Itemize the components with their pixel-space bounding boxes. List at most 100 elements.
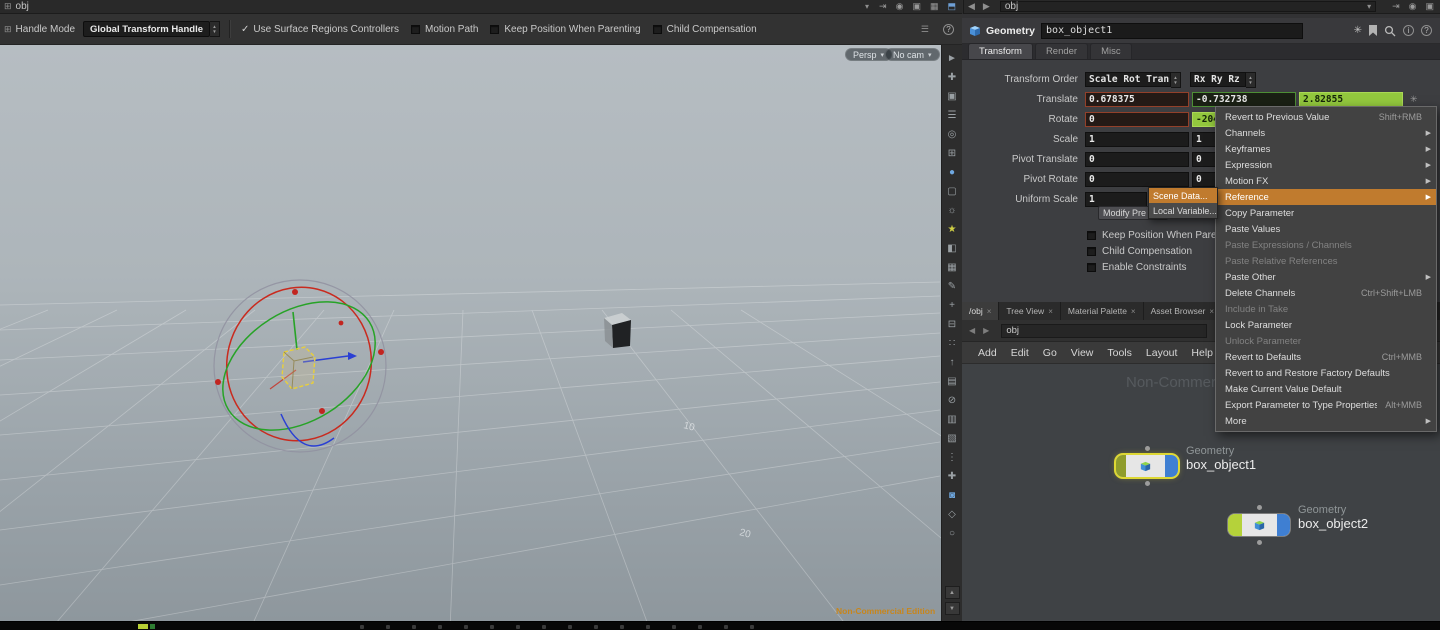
pivot-rotate-x-field[interactable]: 0 bbox=[1085, 172, 1189, 187]
pane-tab[interactable]: Tree View × bbox=[999, 302, 1061, 320]
view-options-icon[interactable]: ◙ bbox=[942, 486, 962, 505]
close-icon[interactable]: × bbox=[1048, 307, 1053, 316]
child-compensation-param-checkbox[interactable] bbox=[1087, 246, 1096, 256]
rotate-x-field[interactable]: 0 bbox=[1085, 112, 1189, 127]
check-icon[interactable]: ✓ bbox=[241, 24, 249, 35]
context-menu-item[interactable]: Motion FX ▶ bbox=[1216, 173, 1436, 189]
node-display-flag[interactable] bbox=[1165, 455, 1178, 477]
node-name-label[interactable]: box_object1 bbox=[1186, 457, 1256, 472]
list-icon[interactable]: ☰ bbox=[942, 106, 962, 125]
cells-icon[interactable]: ▦ bbox=[930, 1, 939, 12]
pin-icon[interactable]: ⇥ bbox=[1392, 1, 1400, 12]
light-icon[interactable]: ☼ bbox=[942, 201, 962, 220]
context-menu-item[interactable]: Paste Relative References ▶ bbox=[1216, 253, 1436, 269]
node-flag-left[interactable] bbox=[1228, 514, 1242, 536]
child-compensation-label[interactable]: Child Compensation bbox=[667, 24, 757, 35]
axis-icon[interactable]: + bbox=[942, 296, 962, 315]
points-icon[interactable]: ∷ bbox=[942, 334, 962, 353]
handle-type-spinner[interactable]: ▲ ▼ bbox=[210, 21, 220, 37]
param-tab[interactable]: Misc bbox=[1090, 43, 1132, 59]
chevron-down-icon[interactable]: ▾ bbox=[865, 2, 869, 11]
forward-icon[interactable]: ▶ bbox=[983, 326, 989, 335]
bookmark-icon[interactable] bbox=[1369, 25, 1377, 36]
keep-position-label[interactable]: Keep Position When Parenting bbox=[504, 24, 640, 35]
globe-icon[interactable]: ◎ bbox=[942, 125, 962, 144]
network-menu-item[interactable]: Layout bbox=[1146, 347, 1178, 359]
search-icon[interactable] bbox=[1384, 25, 1396, 37]
context-menu-item[interactable]: Revert to Defaults Ctrl+MMB ▶ bbox=[1216, 349, 1436, 365]
network-path-field[interactable]: obj bbox=[1001, 323, 1208, 338]
submenu-item[interactable]: Scene Data... bbox=[1149, 188, 1217, 203]
context-menu-item[interactable]: Paste Values ▶ bbox=[1216, 221, 1436, 237]
keep-position-checkbox[interactable] bbox=[490, 24, 500, 34]
rotate-order-spinner[interactable]: ▲ ▼ bbox=[1246, 72, 1256, 88]
context-menu-item[interactable]: Paste Other ▶ bbox=[1216, 269, 1436, 285]
gear-icon[interactable]: ✳ bbox=[1354, 25, 1362, 36]
spare-parameter-icon[interactable]: ✳ bbox=[1410, 94, 1418, 105]
translate-y-field[interactable]: -0.732738 bbox=[1192, 92, 1296, 107]
scale-x-field[interactable]: 1 bbox=[1085, 132, 1189, 147]
context-menu-item[interactable]: Include in Take ▶ bbox=[1216, 301, 1436, 317]
context-menu-item[interactable]: Reference ▶ bbox=[1216, 189, 1436, 205]
pen-icon[interactable]: ✎ bbox=[942, 277, 962, 296]
transform-order-spinner[interactable]: ▲ ▼ bbox=[1171, 72, 1181, 88]
camera-icon[interactable]: ▢ bbox=[942, 182, 962, 201]
dots-icon[interactable]: ⋮ bbox=[942, 448, 962, 467]
motion-path-label[interactable]: Motion Path bbox=[425, 24, 478, 35]
box-geometry[interactable] bbox=[604, 313, 631, 348]
context-menu-item[interactable]: Make Current Value Default ▶ bbox=[1216, 381, 1436, 397]
context-menu-item[interactable]: Unlock Parameter ▶ bbox=[1216, 333, 1436, 349]
translate-z-field[interactable]: 2.82855 bbox=[1299, 92, 1403, 107]
network-node[interactable]: Geometry box_object2 bbox=[1228, 504, 1428, 554]
child-compensation-checkbox[interactable] bbox=[652, 24, 662, 34]
param-tab[interactable]: Render bbox=[1034, 43, 1089, 59]
pin-icon[interactable]: ⇥ bbox=[879, 1, 887, 12]
chevron-down-icon[interactable]: ▾ bbox=[1367, 2, 1371, 11]
context-menu-item[interactable]: Revert to and Restore Factory Defaults ▶ bbox=[1216, 365, 1436, 381]
pane-tab[interactable]: Material Palette × bbox=[1060, 302, 1144, 320]
network-menu-item[interactable]: Tools bbox=[1107, 347, 1132, 359]
network-menu-item[interactable]: Go bbox=[1043, 347, 1057, 359]
plus-icon[interactable]: ✚ bbox=[942, 467, 962, 486]
context-menu-item[interactable]: Delete Channels Ctrl+Shift+LMB ▶ bbox=[1216, 285, 1436, 301]
motion-path-checkbox[interactable] bbox=[411, 24, 421, 34]
pivot-translate-x-field[interactable]: 0 bbox=[1085, 152, 1189, 167]
back-icon[interactable]: ◀ bbox=[968, 1, 975, 12]
network-menu-item[interactable]: Add bbox=[978, 347, 997, 359]
shade-icon[interactable]: ◧ bbox=[942, 239, 962, 258]
context-menu-item[interactable]: Expression ▶ bbox=[1216, 157, 1436, 173]
node-name-label[interactable]: box_object2 bbox=[1298, 516, 1368, 531]
network-menu-item[interactable]: Help bbox=[1191, 347, 1213, 359]
node-input-connector[interactable] bbox=[1257, 505, 1262, 510]
circle-icon[interactable]: ○ bbox=[942, 524, 962, 543]
uniform-scale-field[interactable]: 1 bbox=[1085, 192, 1147, 207]
close-icon[interactable]: × bbox=[1209, 307, 1214, 316]
help-icon[interactable]: ? bbox=[1421, 25, 1432, 36]
keep-position-param-checkbox[interactable] bbox=[1087, 230, 1096, 240]
view-sphere-icon[interactable]: ● bbox=[942, 163, 962, 182]
pane-tab[interactable]: /obj × bbox=[962, 302, 1000, 320]
context-menu-item[interactable]: Export Parameter to Type Properties Alt+… bbox=[1216, 397, 1436, 413]
monitor-icon[interactable]: ⬒ bbox=[947, 1, 956, 12]
translate-x-field[interactable]: 0.678375 bbox=[1085, 92, 1189, 107]
menu-icon[interactable]: ☰ bbox=[921, 24, 929, 35]
submenu-item[interactable]: Local Variable... bbox=[1149, 203, 1217, 218]
handles-icon[interactable]: ✚ bbox=[942, 68, 962, 87]
node-flag-left[interactable] bbox=[1116, 455, 1126, 477]
node-display-flag[interactable] bbox=[1277, 514, 1290, 536]
image-icon[interactable]: ▤ bbox=[942, 372, 962, 391]
normals-icon[interactable]: ↑ bbox=[942, 353, 962, 372]
context-menu-item[interactable]: Keyframes ▶ bbox=[1216, 141, 1436, 157]
context-menu-item[interactable]: Copy Parameter ▶ bbox=[1216, 205, 1436, 221]
param-tab[interactable]: Transform bbox=[968, 43, 1033, 59]
back-icon[interactable]: ◀ bbox=[969, 326, 975, 335]
box-icon[interactable]: ▧ bbox=[942, 429, 962, 448]
node-output-connector[interactable] bbox=[1145, 481, 1150, 486]
favorites-star-icon[interactable]: ★ bbox=[942, 220, 962, 239]
diamond-icon[interactable]: ◇ bbox=[942, 505, 962, 524]
panel-icon[interactable]: ▣ bbox=[912, 1, 921, 12]
hide-icon[interactable]: ⊘ bbox=[942, 391, 962, 410]
scroll-down-icon[interactable]: ▼ bbox=[944, 602, 960, 615]
info-icon[interactable]: i bbox=[1403, 25, 1414, 36]
snap-icon[interactable]: ⊞ bbox=[942, 144, 962, 163]
